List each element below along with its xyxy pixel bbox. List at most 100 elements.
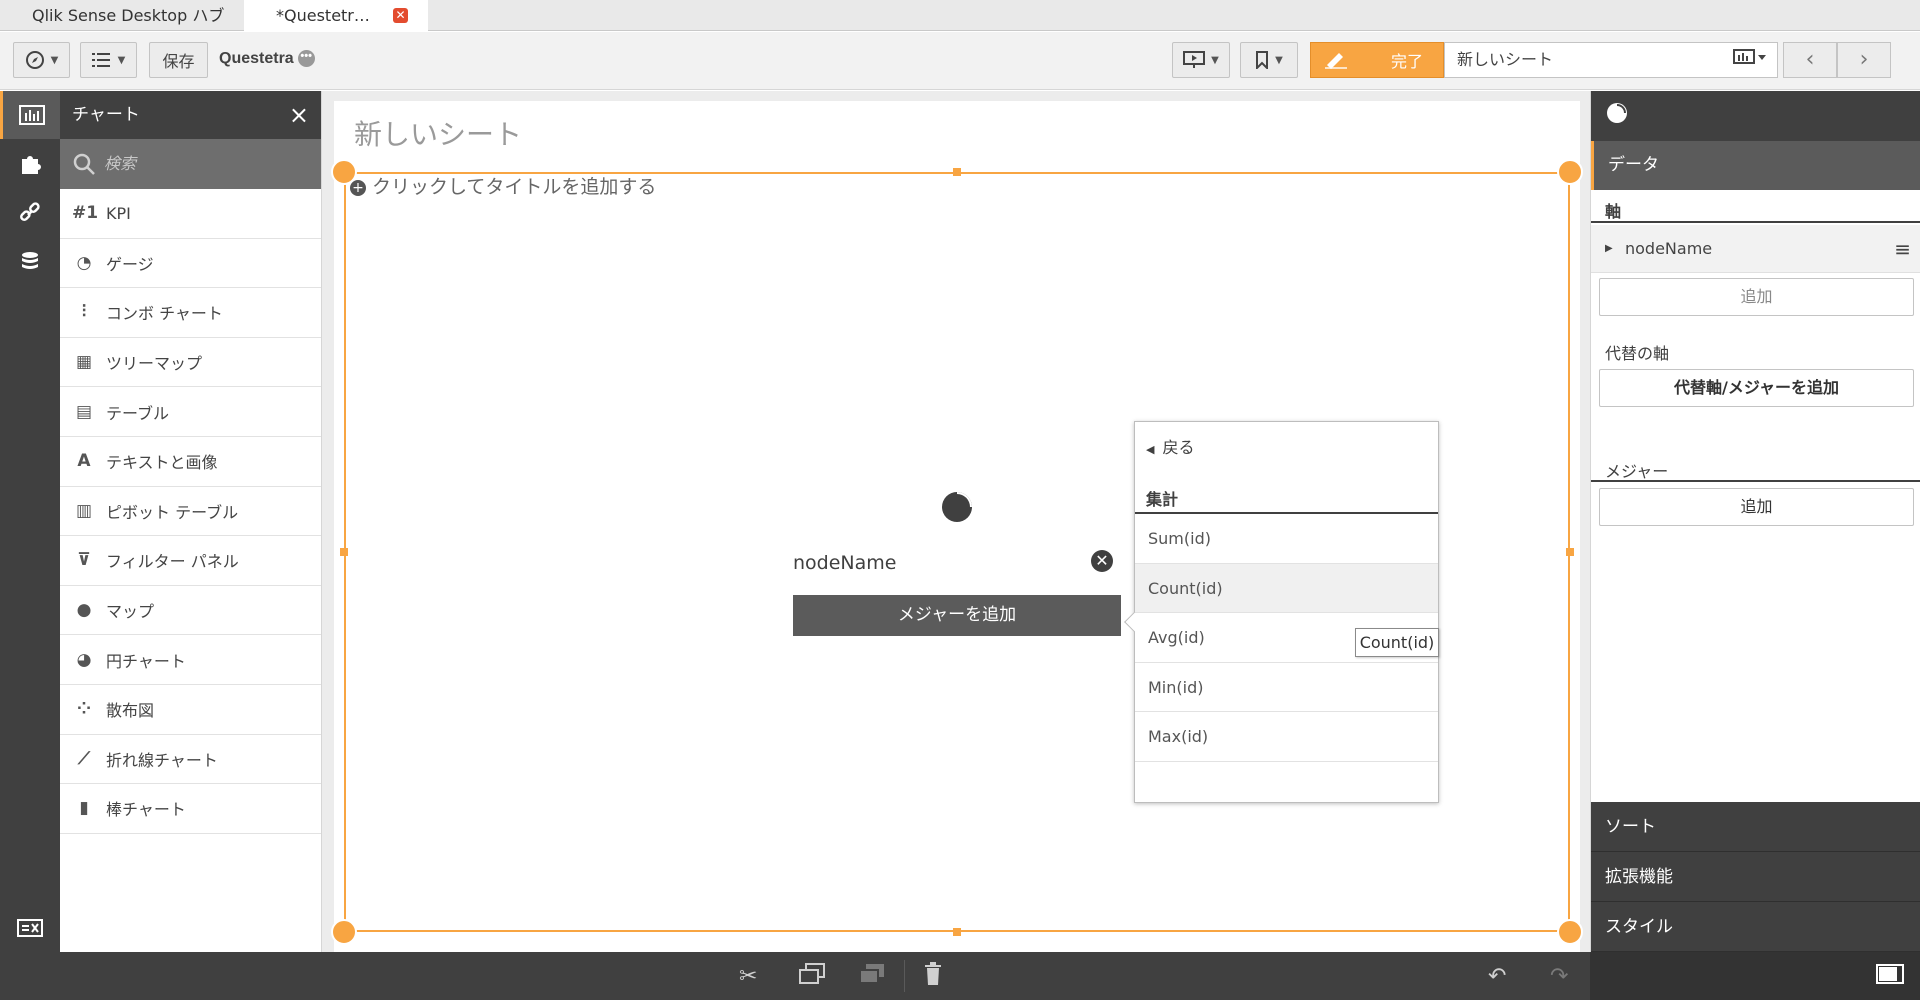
tab-hub[interactable]: Qlik Sense Desktop ハブ <box>0 0 240 31</box>
app-title[interactable]: Questetra ••• <box>219 50 315 68</box>
close-icon[interactable]: × <box>289 91 309 139</box>
chart-item[interactable]: ⫶ コンボ チャート <box>60 288 321 338</box>
chart-search-input[interactable]: 検索 <box>60 139 321 189</box>
bar-chart-icon <box>18 105 45 125</box>
dimension-item-label: nodeName <box>1625 239 1713 258</box>
style-section[interactable]: スタイル <box>1591 902 1920 952</box>
tab-hub-label: Qlik Sense Desktop ハブ <box>32 6 225 25</box>
rail-links[interactable] <box>0 189 60 237</box>
chart-item-label: 棒チャート <box>106 800 186 820</box>
resize-handle-top[interactable] <box>953 168 961 176</box>
chart-item[interactable]: ● マップ <box>60 586 321 636</box>
chart-item-label: マップ <box>106 602 155 622</box>
toolbar: ▼ ▼ 保存 Questetra ••• ▼ ▼ 完了 新しいシート ‹ › <box>0 32 1920 90</box>
previous-sheet-button[interactable]: ‹ <box>1783 42 1837 78</box>
remove-dimension-icon[interactable]: ✕ <box>1091 550 1113 572</box>
tooltip: Count(id) <box>1355 628 1439 657</box>
chart-item[interactable]: ⁘ 散布図 <box>60 685 321 735</box>
rail-extensions[interactable] <box>0 140 60 188</box>
present-button[interactable]: ▼ <box>1172 42 1230 78</box>
chart-item[interactable]: ▦ ツリーマップ <box>60 338 321 388</box>
tab-app[interactable]: *Questetr… ✕ <box>244 0 428 32</box>
undo-icon[interactable]: ↶ <box>1488 964 1506 989</box>
done-label: 完了 <box>1391 52 1424 71</box>
paste-icon[interactable] <box>858 962 886 992</box>
app-title-label: Questetra <box>219 50 294 67</box>
chart-item[interactable]: ⊽ フィルター パネル <box>60 536 321 586</box>
chart-type-icon: ▤ <box>75 401 93 422</box>
properties-header <box>1591 91 1920 141</box>
aggregation-item[interactable]: Min(id) <box>1135 663 1438 712</box>
resize-handle-bottom-right[interactable] <box>1557 919 1583 945</box>
addons-section[interactable]: 拡張機能 <box>1591 852 1920 902</box>
sort-section[interactable]: ソート <box>1591 802 1920 852</box>
resize-handle-bottom-left[interactable] <box>331 919 357 945</box>
chart-item-label: KPI <box>106 203 131 223</box>
popover-back-button[interactable]: ◀ 戻る <box>1146 434 1194 458</box>
chart-item[interactable]: ◔ ゲージ <box>60 239 321 289</box>
chart-item[interactable]: A テキストと画像 <box>60 437 321 487</box>
chart-item[interactable]: ▮ 棒チャート <box>60 784 321 834</box>
add-dimension-button[interactable]: 追加 <box>1599 278 1914 316</box>
aggregation-item[interactable]: Count(id) <box>1135 563 1438 613</box>
chart-item[interactable]: ⟋ 折れ線チャート <box>60 735 321 785</box>
navigation-button[interactable]: ▼ <box>13 42 70 78</box>
aggregation-item[interactable]: Max(id) <box>1135 712 1438 762</box>
dimension-item[interactable]: ▶ nodeName ≡ <box>1591 225 1920 273</box>
chart-item[interactable]: ◕ 円チャート <box>60 635 321 685</box>
bookmark-button[interactable]: ▼ <box>1240 42 1298 78</box>
sheet-selector[interactable]: 新しいシート <box>1444 42 1778 78</box>
dimensions-divider <box>1591 221 1920 223</box>
chart-item[interactable]: ▤ テーブル <box>60 387 321 437</box>
resize-handle-top-right[interactable] <box>1557 159 1583 185</box>
resize-handle-right[interactable] <box>1566 548 1574 556</box>
aggregation-item[interactable]: Sum(id) <box>1135 514 1438 564</box>
puzzle-icon <box>22 156 41 174</box>
chart-item[interactable]: ▥ ピボット テーブル <box>60 487 321 537</box>
chevron-down-icon: ▼ <box>1211 54 1219 66</box>
pencil-icon <box>1325 53 1347 69</box>
data-section-header[interactable]: データ <box>1591 141 1920 190</box>
toggle-panel-icon[interactable] <box>1876 964 1904 990</box>
chart-item-label: 折れ線チャート <box>106 750 218 770</box>
cut-icon[interactable]: ✂ <box>739 964 757 989</box>
rail-fields[interactable] <box>0 238 60 286</box>
hamburger-icon[interactable]: ≡ <box>1894 225 1911 273</box>
more-icon[interactable]: ••• <box>297 50 315 68</box>
chart-type-icon: ● <box>76 600 92 621</box>
chevron-right-icon: › <box>1859 47 1869 72</box>
assets-menu-button[interactable]: ▼ <box>80 42 137 78</box>
rail-charts[interactable] <box>0 91 60 139</box>
back-label: 戻る <box>1162 438 1195 457</box>
chart-item[interactable]: #1 KPI <box>60 189 321 239</box>
chart-item-label: ピボット テーブル <box>106 502 239 522</box>
chart-item-label: コンボ チャート <box>106 304 223 324</box>
add-title-label: クリックしてタイトルを追加する <box>372 176 657 198</box>
add-alternative-button[interactable]: 代替軸/メジャーを追加 <box>1599 369 1914 407</box>
rail-master-items[interactable] <box>0 904 60 952</box>
tab-close-icon[interactable]: ✕ <box>393 8 408 23</box>
resize-handle-left[interactable] <box>340 548 348 556</box>
chart-item-label: テーブル <box>106 403 170 423</box>
chart-type-icon: ▦ <box>75 352 93 373</box>
done-button[interactable]: 完了 <box>1310 42 1444 78</box>
pie-chart-icon <box>1607 103 1627 123</box>
measures-label: メジャー <box>1605 462 1669 481</box>
save-button[interactable]: 保存 <box>149 42 208 78</box>
sheet-title[interactable]: 新しいシート <box>354 113 522 153</box>
redo-icon[interactable]: ↷ <box>1550 964 1568 989</box>
add-measure-button[interactable]: メジャーを追加 <box>793 595 1121 636</box>
chart-panel: チャート × 検索 #1 KPI ◔ ゲージ ⫶ コンボ チャート ▦ ツリーマップ ▤ テーブル… <box>60 91 322 952</box>
delete-icon[interactable] <box>924 962 942 992</box>
copy-icon[interactable] <box>798 962 826 992</box>
next-sheet-button[interactable]: › <box>1837 42 1891 78</box>
bottom-bar-right <box>1590 952 1920 1000</box>
pie-chart-icon <box>942 492 972 522</box>
bottom-bar: ✂ ↶ ↷ <box>0 952 1920 1000</box>
resize-handle-bottom[interactable] <box>953 928 961 936</box>
add-title-hint[interactable]: + クリックしてタイトルを追加する <box>350 172 656 199</box>
chart-type-icon: A <box>77 451 91 472</box>
add-measure-property-button[interactable]: 追加 <box>1599 488 1914 526</box>
chart-list: #1 KPI ◔ ゲージ ⫶ コンボ チャート ▦ ツリーマップ ▤ テーブル A テキストと画像 ▥ ピ… <box>60 189 321 834</box>
chart-type-icon: ⊽ <box>77 550 91 571</box>
